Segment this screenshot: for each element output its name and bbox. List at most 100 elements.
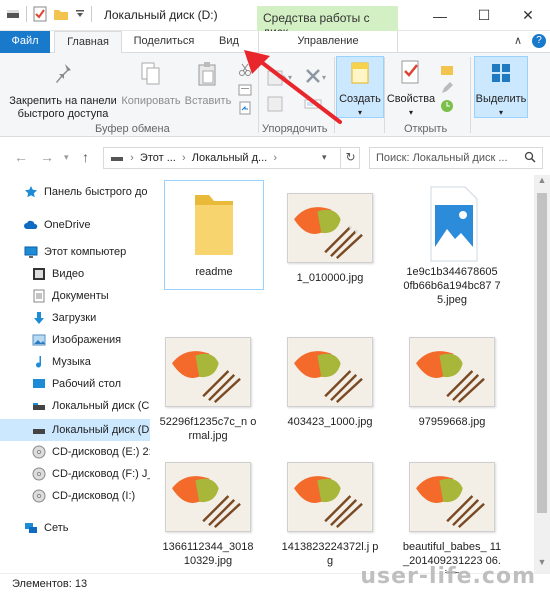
copy-path-icon[interactable] — [238, 83, 252, 97]
delete-dropdown-icon[interactable]: ▾ — [322, 73, 326, 82]
create-button[interactable]: Создать ▾ — [336, 56, 384, 118]
nav-item-network[interactable]: Сеть — [0, 517, 150, 539]
search-icon — [524, 151, 536, 166]
copy-button[interactable]: Копировать — [120, 61, 182, 108]
navigation-bar: ← → ▾ ↑ › Этот ... › Локальный д... › ▾ … — [0, 137, 550, 175]
maximize-button[interactable]: ☐ — [462, 0, 506, 31]
nav-item-downloads[interactable]: Загрузки — [0, 307, 150, 329]
breadcrumb-separator: › — [270, 152, 278, 164]
file-name: 1e9c1b344678605 0fb66b6a194bc87 75.jpeg — [403, 266, 501, 306]
nav-item-local-disk-c[interactable]: Локальный диск (C — [0, 395, 150, 417]
tab-share[interactable]: Поделиться — [127, 31, 201, 53]
collapse-ribbon-button[interactable]: ∧ — [514, 34, 522, 47]
pin-label-line2: быстрого доступа — [17, 108, 109, 120]
clipboard-group-label: Буфер обмена — [95, 123, 170, 135]
create-label: Создать — [339, 93, 381, 105]
file-item-image[interactable]: 97959668.jpg — [402, 337, 502, 429]
nav-item-local-disk-d[interactable]: Локальный диск (D — [0, 419, 150, 441]
cut-icon[interactable] — [238, 63, 252, 77]
breadcrumb-separator: › — [178, 152, 189, 164]
nav-label: Видео — [52, 268, 85, 280]
nav-item-this-pc[interactable]: Этот компьютер — [0, 241, 150, 263]
nav-item-onedrive[interactable]: OneDrive — [0, 214, 150, 236]
file-item-image[interactable]: 1366112344_3018 10329.jpg — [158, 462, 258, 568]
paste-button[interactable]: Вставить — [182, 61, 234, 108]
nav-item-images[interactable]: Изображения — [0, 329, 150, 351]
properties-button[interactable]: Свойства ▾ — [386, 59, 436, 119]
image-thumbnail — [287, 462, 373, 532]
scroll-up-icon[interactable]: ▲ — [534, 175, 550, 191]
nav-label: Сеть — [44, 522, 69, 534]
scrollbar-thumb[interactable] — [537, 193, 547, 513]
select-button[interactable]: Выделить ▾ — [474, 56, 528, 118]
paste-icon — [198, 62, 216, 86]
properties-icon — [401, 60, 419, 84]
painting-thumbnail-icon — [409, 337, 495, 407]
nav-item-cd-i[interactable]: CD-дисковод (I:) — [0, 485, 150, 507]
create-dropdown-icon: ▾ — [357, 108, 362, 117]
ribbon-tabs: Файл Главная Поделиться Вид Управление ∧… — [0, 31, 550, 54]
copy-to-icon[interactable] — [266, 95, 288, 113]
open-icon[interactable] — [440, 63, 454, 77]
forward-arrow-icon[interactable]: → — [40, 149, 54, 165]
drive-icon[interactable] — [6, 8, 20, 20]
close-button[interactable]: ✕ — [506, 0, 550, 31]
vertical-scrollbar[interactable]: ▲ ▼ — [534, 175, 550, 573]
tab-view[interactable]: Вид — [208, 31, 250, 53]
help-button[interactable]: ? — [532, 34, 546, 48]
back-arrow-icon[interactable]: ← — [14, 149, 28, 165]
file-item-folder[interactable]: readme — [164, 180, 264, 290]
minimize-button[interactable]: — — [418, 0, 462, 31]
breadcrumb-this-pc[interactable]: Этот ... — [140, 152, 176, 164]
tab-file[interactable]: Файл — [0, 31, 50, 53]
delete-icon[interactable] — [304, 67, 322, 85]
breadcrumb-local-disk[interactable]: Локальный д... — [192, 152, 267, 164]
painting-thumbnail-icon — [165, 462, 251, 532]
paste-label: Вставить — [184, 95, 232, 107]
file-item-image[interactable]: 1413823224372l.j pg — [280, 462, 380, 568]
nav-item-quick-access[interactable]: Панель быстрого до — [0, 181, 150, 203]
disk-tools-header: Средства работы с диск... — [257, 6, 398, 39]
painting-thumbnail-icon — [287, 462, 373, 532]
customize-qat-icon[interactable] — [75, 9, 85, 19]
refresh-button[interactable]: ↻ — [340, 147, 360, 169]
new-folder-icon[interactable] — [53, 7, 69, 21]
properties-icon[interactable] — [33, 6, 47, 22]
tab-home[interactable]: Главная — [54, 31, 122, 54]
nav-item-desktop[interactable]: Рабочий стол — [0, 373, 150, 395]
file-name: 1_010000.jpg — [296, 272, 364, 284]
nav-item-music[interactable]: Музыка — [0, 351, 150, 373]
move-to-icon[interactable] — [266, 67, 288, 89]
file-item-image[interactable]: 403423_1000.jpg — [280, 337, 380, 429]
up-arrow-icon[interactable]: ↑ — [82, 149, 89, 165]
nav-item-cd-f[interactable]: CD-дисковод (F:) J_ — [0, 463, 150, 485]
edit-icon[interactable] — [440, 81, 454, 95]
divider — [384, 57, 385, 133]
drive-icon — [33, 429, 45, 434]
recent-dropdown-icon[interactable]: ▾ — [64, 152, 69, 163]
scroll-down-icon[interactable]: ▼ — [534, 557, 550, 573]
rename-icon[interactable] — [304, 95, 322, 113]
desktop-icon — [33, 379, 45, 388]
move-to-dropdown-icon[interactable]: ▾ — [288, 73, 292, 82]
drive-icon — [111, 157, 123, 162]
address-dropdown-icon[interactable]: ▾ — [322, 152, 327, 163]
search-input[interactable]: Поиск: Локальный диск ... — [369, 147, 543, 169]
pin-icon — [56, 64, 71, 83]
pin-quick-access-button[interactable]: Закрепить на панели быстрого доступа — [4, 61, 122, 121]
tab-manage[interactable]: Управление — [258, 31, 398, 53]
file-item-image[interactable]: 52296f1235c7c_n ormal.jpg — [158, 337, 258, 443]
file-item-image[interactable]: 1_010000.jpg — [280, 193, 380, 285]
file-item-image[interactable]: 1e9c1b344678605 0fb66b6a194bc87 75.jpeg — [402, 183, 502, 307]
image-thumbnail — [165, 462, 251, 532]
nav-item-video[interactable]: Видео — [0, 263, 150, 285]
nav-item-cd-e[interactable]: CD-дисковод (E:) 2: — [0, 441, 150, 463]
nav-label: OneDrive — [44, 219, 91, 231]
file-item-image[interactable]: beautiful_babes_ 11_201409231223 06.jpg — [402, 462, 502, 573]
breadcrumb-separator: › — [127, 152, 137, 164]
paste-shortcut-icon[interactable] — [238, 101, 252, 115]
nav-label: Документы — [52, 290, 109, 302]
nav-item-documents[interactable]: Документы — [0, 285, 150, 307]
image-thumbnail — [287, 193, 373, 263]
history-icon[interactable] — [440, 99, 454, 113]
